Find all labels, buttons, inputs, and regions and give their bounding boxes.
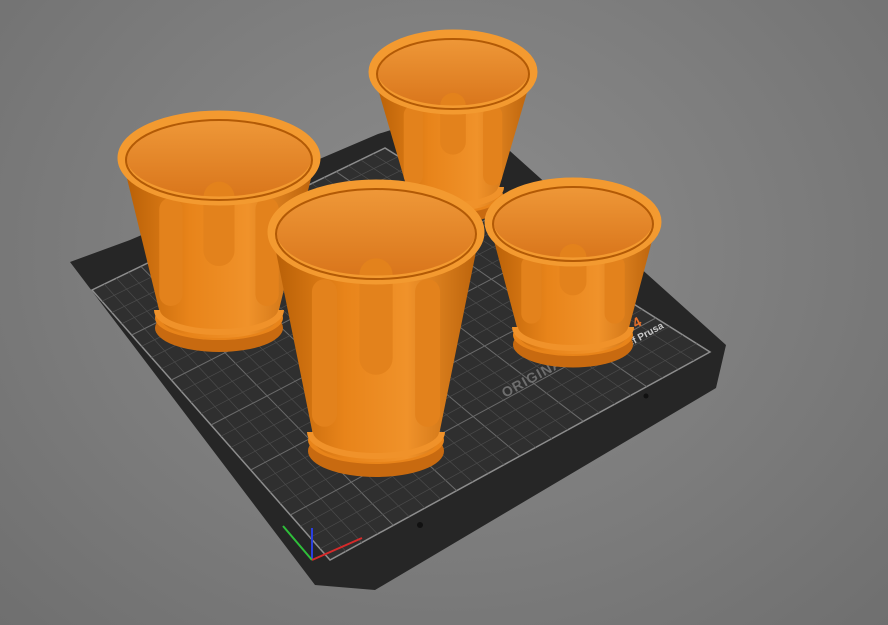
scene-canvas[interactable]: ORIGINAL MK4 by Josef Prusa — [0, 0, 888, 625]
cup-slot — [203, 181, 235, 266]
cup-slot — [311, 279, 337, 427]
cup-slot — [415, 279, 441, 427]
cup-slot — [483, 105, 503, 186]
bed-hole — [643, 393, 649, 399]
cup-slot — [403, 105, 423, 186]
cup-slot — [440, 92, 466, 155]
cup-slot — [559, 244, 587, 296]
cup-slot — [521, 255, 542, 324]
cup-slot — [604, 255, 625, 324]
cup-slot — [159, 197, 183, 306]
bed-hole — [417, 522, 423, 528]
3d-viewport[interactable]: ORIGINAL MK4 by Josef Prusa — [0, 0, 888, 625]
